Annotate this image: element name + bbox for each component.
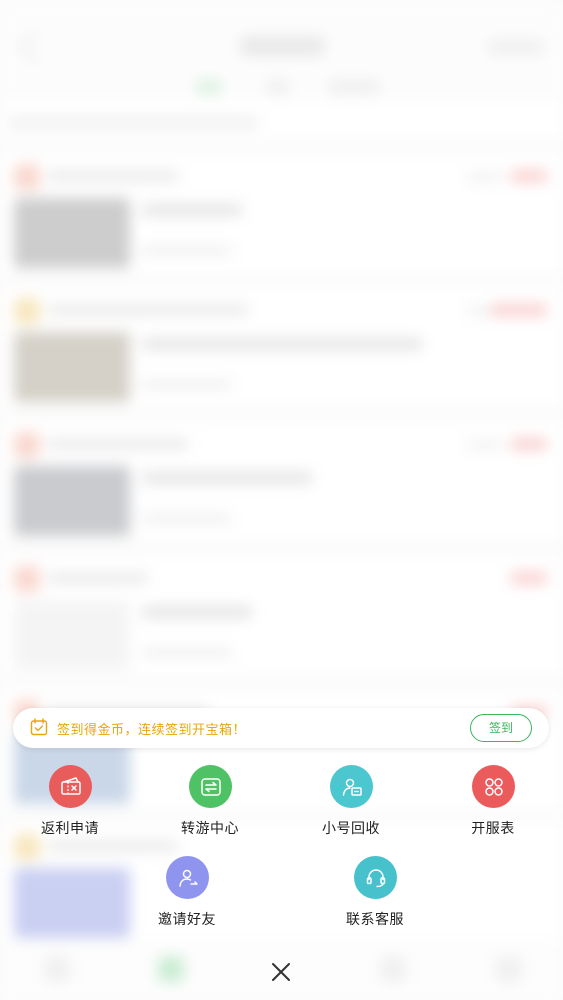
invite-friends-label: 邀请好友 (158, 912, 216, 928)
contact-support-button[interactable]: 联系客服 (315, 856, 435, 936)
close-icon (272, 963, 290, 981)
signin-banner: 签到得金币，连续签到开宝箱！ 签到 (13, 708, 549, 748)
calendar-check-icon (30, 718, 48, 736)
ticket-icon (49, 765, 92, 808)
server-schedule-label: 开服表 (471, 821, 515, 837)
rebate-apply-label: 返利申请 (41, 821, 99, 837)
rebate-apply-button[interactable]: 返利申请 (10, 765, 130, 845)
account-recycle-button[interactable]: 小号回收 (291, 765, 411, 845)
headset-icon (354, 856, 397, 899)
transfer-icon (189, 765, 232, 808)
close-button[interactable] (263, 954, 299, 990)
account-recycle-icon (330, 765, 373, 808)
menu-overlay[interactable] (0, 0, 563, 1000)
signin-text: 签到得金币，连续签到开宝箱！ (57, 723, 247, 738)
contact-support-label: 联系客服 (346, 912, 404, 928)
transfer-center-button[interactable]: 转游中心 (150, 765, 270, 845)
server-schedule-button[interactable]: 开服表 (433, 765, 553, 845)
invite-user-icon (166, 856, 209, 899)
grid-icon (472, 765, 515, 808)
account-recycle-label: 小号回收 (322, 821, 380, 837)
signin-button[interactable]: 签到 (470, 714, 532, 742)
invite-friends-button[interactable]: 邀请好友 (127, 856, 247, 936)
transfer-center-label: 转游中心 (181, 821, 239, 837)
